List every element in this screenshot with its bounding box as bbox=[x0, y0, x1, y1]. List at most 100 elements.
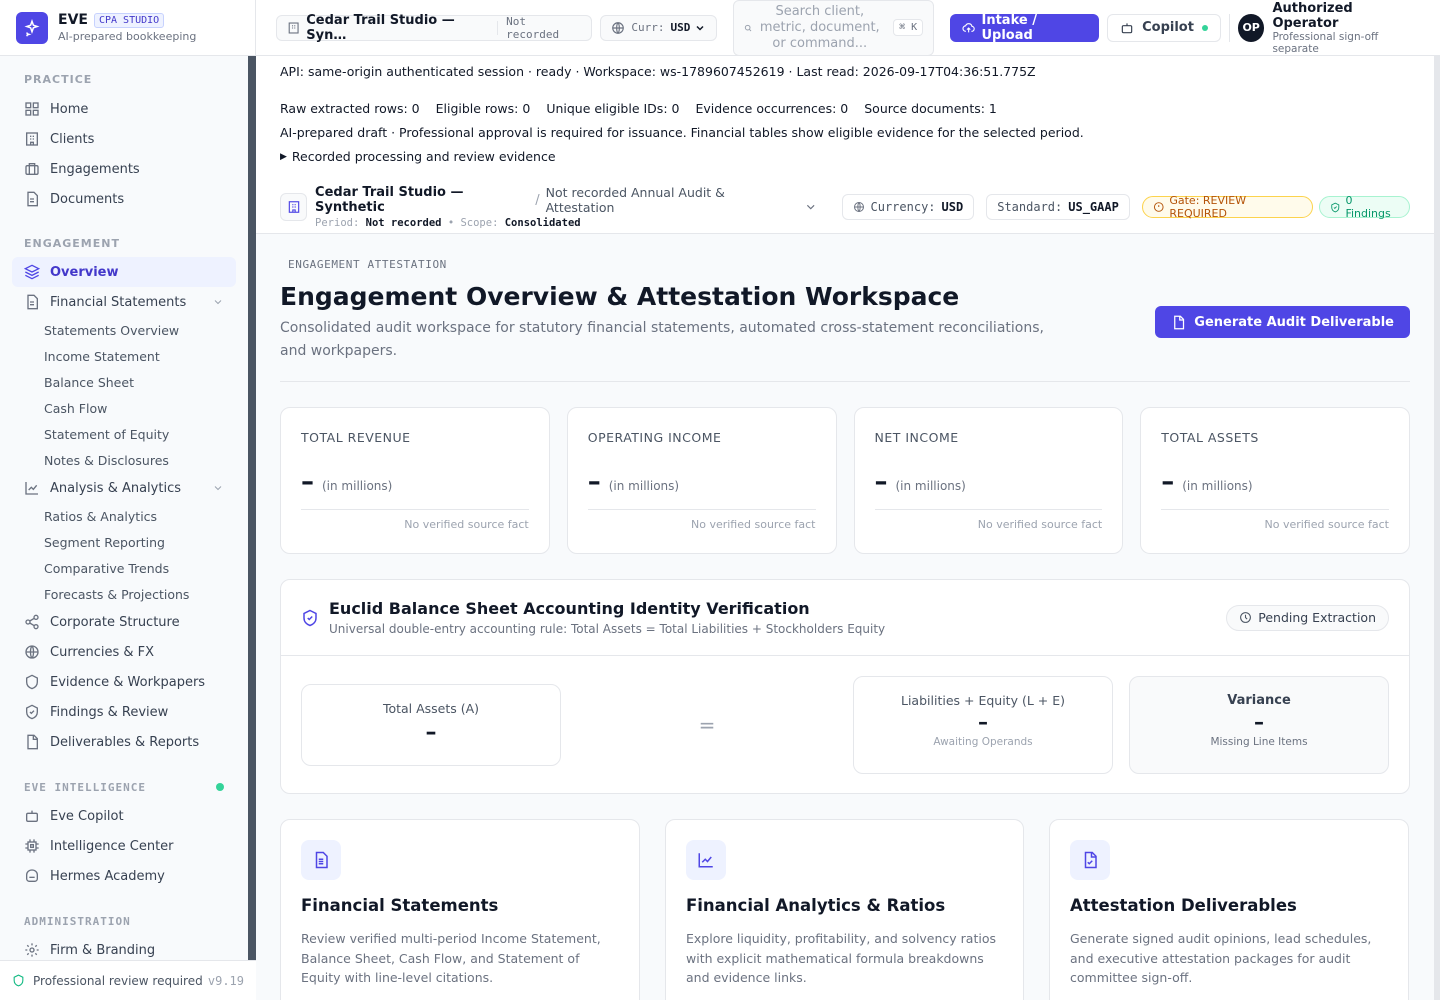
currency-selector[interactable]: Curr: USD bbox=[600, 14, 718, 41]
sidebar-item-eve-copilot[interactable]: Eve Copilot bbox=[12, 801, 236, 831]
sidebar-item-hermes-academy[interactable]: Hermes Academy bbox=[12, 861, 236, 891]
sidebar-scrollbar[interactable] bbox=[248, 56, 256, 960]
kpi-value: – bbox=[1161, 467, 1175, 497]
sidebar-subitem-label: Cash Flow bbox=[44, 400, 108, 416]
statement-icon bbox=[301, 840, 341, 880]
search-input[interactable]: Search client, metric, document, or comm… bbox=[733, 0, 935, 56]
sidebar-subitem-comparative[interactable]: Comparative Trends bbox=[12, 555, 236, 581]
intake-upload-button[interactable]: Intake / Upload bbox=[950, 13, 1100, 43]
sidebar-item-label: Intelligence Center bbox=[50, 838, 174, 854]
kpi-footnote: No verified source fact bbox=[301, 509, 529, 531]
kpi-card-total-assets[interactable]: TOTAL ASSETS – (in millions) No verified … bbox=[1140, 407, 1410, 554]
kpi-label: OPERATING INCOME bbox=[587, 430, 722, 445]
briefcase-icon bbox=[25, 163, 39, 175]
version-label: v9.19 bbox=[207, 973, 244, 988]
counts-row: Raw extracted rows: 0 Eligible rows: 0 U… bbox=[280, 101, 1410, 117]
context-client: Cedar Trail Studio — Synthetic bbox=[315, 185, 464, 215]
avatar: OP bbox=[1237, 13, 1265, 42]
chevron-down-icon[interactable] bbox=[212, 296, 224, 308]
kpi-label: TOTAL REVENUE bbox=[301, 430, 411, 445]
sidebar: EVE CPA STUDIO AI-prepared bookkeeping PR… bbox=[0, 0, 256, 1000]
sidebar-item-home[interactable]: Home bbox=[12, 94, 236, 124]
brand[interactable]: EVE CPA STUDIO AI-prepared bookkeeping bbox=[0, 0, 255, 56]
generate-deliverable-button[interactable]: Generate Audit Deliverable bbox=[1155, 306, 1410, 338]
le-label: Liabilities + Equity (L + E) bbox=[901, 693, 1065, 708]
draft-note: AI-prepared draft · Professional approva… bbox=[280, 125, 1084, 140]
main-scrollbar[interactable] bbox=[1434, 56, 1440, 1000]
identity-subtitle: Universal double-entry accounting rule: … bbox=[329, 622, 886, 636]
variance-value: – bbox=[1254, 710, 1264, 734]
sidebar-item-analysis[interactable]: Analysis & Analytics bbox=[12, 473, 236, 503]
sidebar-footer: Professional review required v9.19 bbox=[0, 960, 256, 1000]
brand-badge: CPA STUDIO bbox=[93, 12, 165, 28]
feature-title: Financial Analytics & Ratios bbox=[686, 896, 946, 915]
sidebar-subitem-balance-sheet[interactable]: Balance Sheet bbox=[12, 369, 236, 395]
sidebar-item-deliverables[interactable]: Deliverables & Reports bbox=[12, 727, 236, 757]
section-engagement: ENGAGEMENT bbox=[12, 236, 236, 250]
le-value: – bbox=[978, 710, 988, 734]
sidebar-subitem-statement-of-equity[interactable]: Statement of Equity bbox=[12, 421, 236, 447]
engagement-context: Cedar Trail Studio — Synthetic / Not rec… bbox=[280, 185, 1410, 229]
sidebar-subitem-segment[interactable]: Segment Reporting bbox=[12, 529, 236, 555]
feature-card-attestation-deliverables[interactable]: Attestation Deliverables Generate signed… bbox=[1049, 819, 1409, 1000]
top-bar: Cedar Trail Studio — Syn… Not recorded C… bbox=[256, 0, 1440, 56]
context-engagement: Not recorded Annual Audit & Attestation bbox=[545, 185, 725, 215]
page-subtitle: Consolidated audit workspace for statuto… bbox=[280, 320, 1044, 359]
sidebar-subitem-label: Segment Reporting bbox=[44, 534, 165, 550]
sidebar-item-findings[interactable]: Findings & Review bbox=[12, 697, 236, 727]
kpi-value: – bbox=[874, 467, 888, 497]
academy-icon bbox=[26, 869, 38, 882]
layers-icon bbox=[24, 264, 40, 280]
kpi-card-net-income[interactable]: NET INCOME – (in millions) No verified so… bbox=[853, 407, 1124, 554]
sidebar-item-engagements[interactable]: Engagements bbox=[12, 154, 236, 184]
chevron-down-icon[interactable] bbox=[804, 200, 817, 214]
sidebar-item-clients[interactable]: Clients bbox=[12, 124, 236, 154]
identity-equation: Total Assets (A) – = Liabilities + Equit… bbox=[281, 656, 1409, 794]
findings-badge[interactable]: 0 Findings bbox=[1318, 194, 1410, 220]
sidebar-subitem-notes[interactable]: Notes & Disclosures bbox=[12, 447, 236, 473]
engagement-selector[interactable]: Cedar Trail Studio — Synthetic / Not rec… bbox=[315, 185, 788, 229]
kpi-card-total-revenue[interactable]: TOTAL REVENUE – (in millions) No verified… bbox=[280, 407, 550, 554]
sidebar-item-intelligence-center[interactable]: Intelligence Center bbox=[12, 831, 236, 861]
sidebar-subitem-statements-overview[interactable]: Statements Overview bbox=[12, 317, 236, 343]
identity-verification-card: Euclid Balance Sheet Accounting Identity… bbox=[280, 579, 1410, 794]
kpi-card-operating-income[interactable]: OPERATING INCOME – (in millions) No verif… bbox=[566, 407, 837, 554]
sidebar-subitem-label: Comparative Trends bbox=[44, 560, 170, 576]
standard-pill: Standard: US_GAAP bbox=[986, 194, 1130, 220]
feature-card-financial-statements[interactable]: Financial Statements Review verified mul… bbox=[280, 819, 640, 1000]
sidebar-item-documents[interactable]: Documents bbox=[12, 184, 236, 214]
feature-title: Financial Statements bbox=[301, 896, 499, 915]
sidebar-item-label: Clients bbox=[50, 131, 95, 147]
sidebar-subitem-label: Forecasts & Projections bbox=[44, 586, 190, 602]
sidebar-subitem-forecasts[interactable]: Forecasts & Projections bbox=[12, 581, 236, 607]
sidebar-item-label: Corporate Structure bbox=[50, 614, 180, 630]
sidebar-subitem-ratios[interactable]: Ratios & Analytics bbox=[12, 503, 236, 529]
feature-title: Attestation Deliverables bbox=[1070, 896, 1297, 915]
chevron-down-icon[interactable] bbox=[212, 482, 224, 494]
sidebar-item-currencies[interactable]: Currencies & FX bbox=[12, 637, 236, 667]
client-name: Cedar Trail Studio — Syn… bbox=[306, 12, 455, 43]
currency-pill-label: Currency: bbox=[870, 200, 936, 214]
sidebar-subitem-income-statement[interactable]: Income Statement bbox=[12, 343, 236, 369]
sidebar-item-overview[interactable]: Overview bbox=[12, 257, 236, 287]
kpi-footnote: No verified source fact bbox=[1161, 509, 1389, 531]
feature-card-analytics-ratios[interactable]: Financial Analytics & Ratios Explore liq… bbox=[665, 819, 1024, 1000]
search-shortcut: ⌘ K bbox=[893, 19, 924, 36]
sidebar-item-corporate-structure[interactable]: Corporate Structure bbox=[12, 607, 236, 637]
sidebar-item-firm-branding[interactable]: Firm & Branding bbox=[12, 935, 236, 960]
sidebar-item-financial-statements[interactable]: Financial Statements bbox=[12, 287, 236, 317]
findings-label: 0 Findings bbox=[1345, 194, 1391, 220]
sidebar-item-label: Home bbox=[50, 101, 89, 117]
kpi-unit: (in millions) bbox=[322, 479, 393, 493]
page-title: Engagement Overview & Attestation Worksp… bbox=[280, 282, 960, 311]
client-selector[interactable]: Cedar Trail Studio — Syn… Not recorded bbox=[276, 12, 593, 43]
user-name: Authorized Operator bbox=[1272, 0, 1353, 31]
evidence-toggle[interactable]: ▶ Recorded processing and review evidenc… bbox=[280, 149, 1410, 165]
sidebar-subitem-cash-flow[interactable]: Cash Flow bbox=[12, 395, 236, 421]
identity-header: Euclid Balance Sheet Accounting Identity… bbox=[281, 580, 1409, 656]
user-menu[interactable]: OP Authorized Operator Professional sign… bbox=[1237, 0, 1420, 55]
sidebar-item-label: Evidence & Workpapers bbox=[50, 674, 206, 690]
copilot-button[interactable]: Copilot bbox=[1107, 13, 1221, 42]
file-check-icon bbox=[1070, 840, 1110, 880]
sidebar-item-evidence[interactable]: Evidence & Workpapers bbox=[12, 667, 236, 697]
